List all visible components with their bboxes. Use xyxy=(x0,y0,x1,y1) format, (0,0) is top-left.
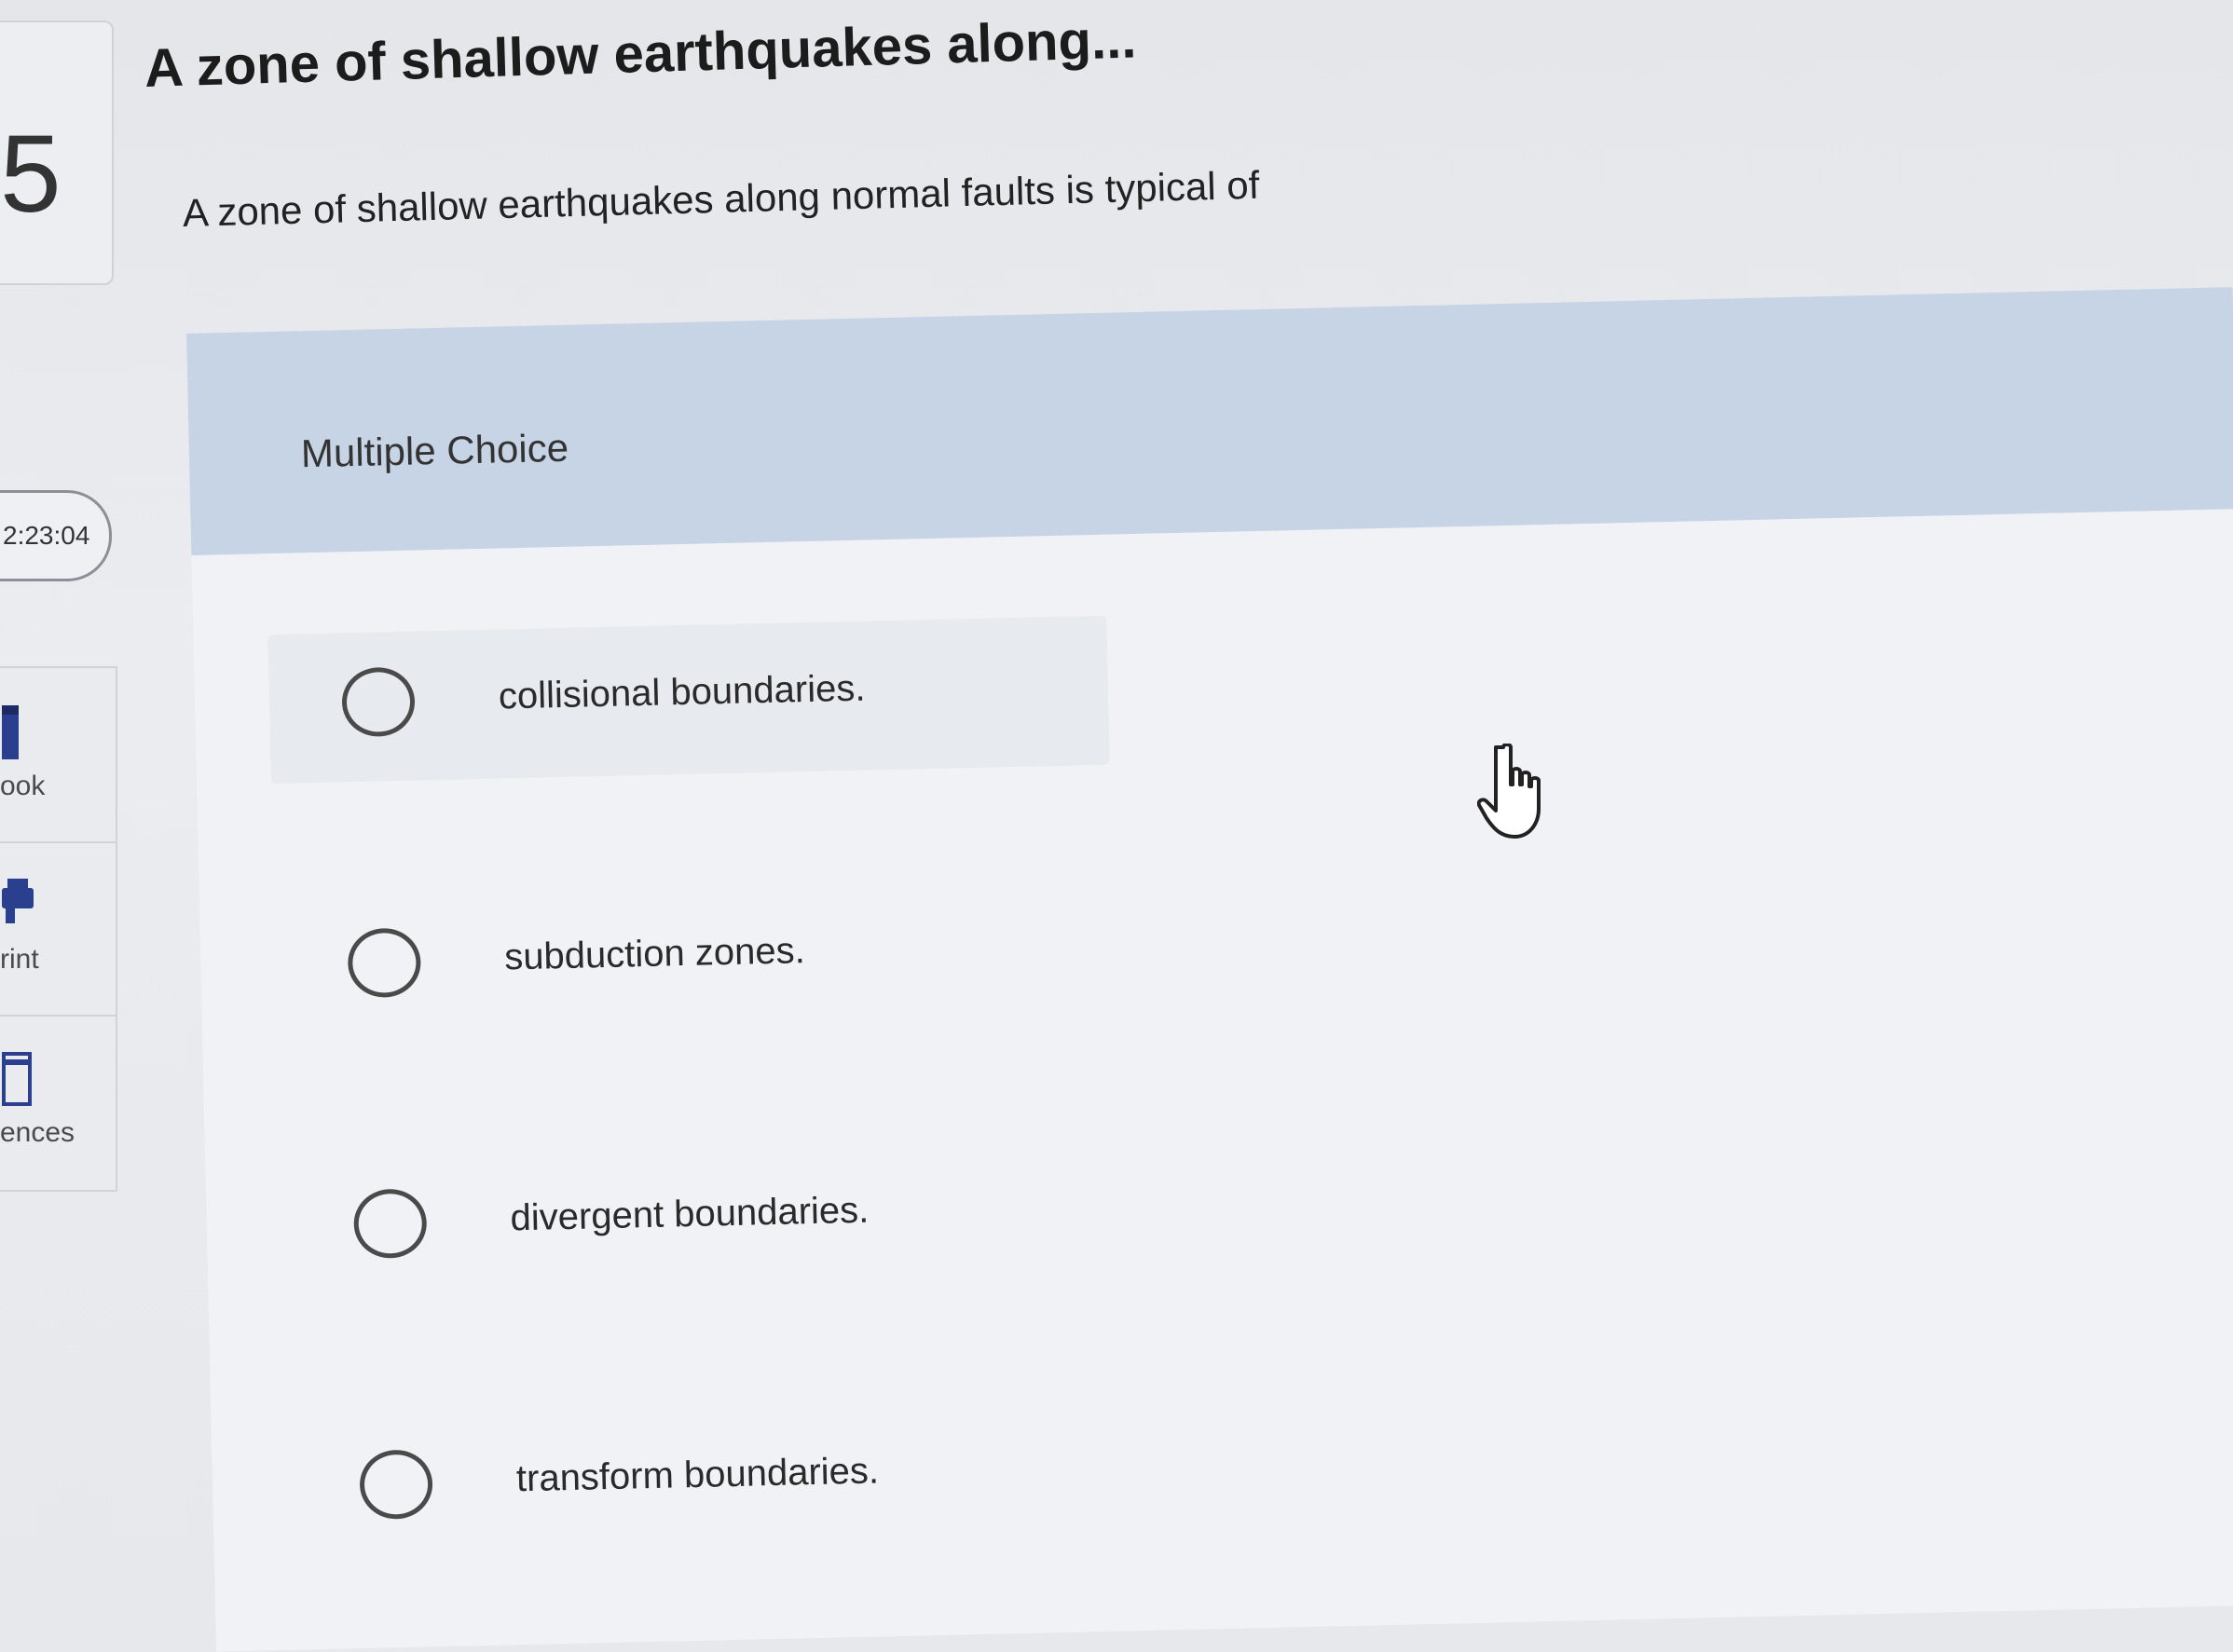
timer: 2:23:04 xyxy=(0,490,112,581)
tool-label-print: rint xyxy=(0,944,39,975)
book-icon xyxy=(2,705,19,759)
radio-button[interactable] xyxy=(359,1449,433,1521)
tool-ebook[interactable]: ook xyxy=(0,668,116,843)
tool-print[interactable]: rint xyxy=(0,841,116,1017)
answer-label: divergent boundaries. xyxy=(510,1189,870,1239)
question-text: A zone of shallow earthquakes along norm… xyxy=(182,162,1260,235)
question-card: Multiple Choice collisional boundaries. … xyxy=(186,287,2233,1652)
left-rail: 5 2:23:04 ook rint ences xyxy=(0,0,117,1652)
answer-label: collisional boundaries. xyxy=(498,667,866,717)
radio-button[interactable] xyxy=(341,666,416,738)
answer-option-3[interactable]: divergent boundaries. xyxy=(280,1138,1121,1305)
answer-option-1[interactable]: collisional boundaries. xyxy=(267,615,1110,785)
question-number: 5 xyxy=(0,113,62,236)
references-icon xyxy=(2,1052,32,1106)
question-type-header: Multiple Choice xyxy=(186,287,2233,555)
tool-references[interactable]: ences xyxy=(0,1015,116,1188)
question-type-label: Multiple Choice xyxy=(300,425,569,476)
answer-label: subduction zones. xyxy=(503,930,806,978)
hand-pointer-icon xyxy=(1477,744,1541,839)
timer-value: 2:23:04 xyxy=(3,521,90,550)
radio-button[interactable] xyxy=(347,927,422,999)
question-number-box: 5 xyxy=(0,20,114,285)
answer-option-2[interactable]: subduction zones. xyxy=(274,877,1116,1044)
answer-label: transform boundaries. xyxy=(515,1450,880,1500)
tool-panel: ook rint ences xyxy=(0,666,117,1192)
print-icon xyxy=(2,879,34,923)
tool-label-ebook: ook xyxy=(0,771,46,801)
question-title: A zone of shallow earthquakes along... xyxy=(144,8,1138,99)
answer-option-4[interactable]: transform boundaries. xyxy=(285,1398,1127,1565)
radio-button[interactable] xyxy=(352,1188,428,1260)
tool-label-references: ences xyxy=(0,1117,75,1148)
